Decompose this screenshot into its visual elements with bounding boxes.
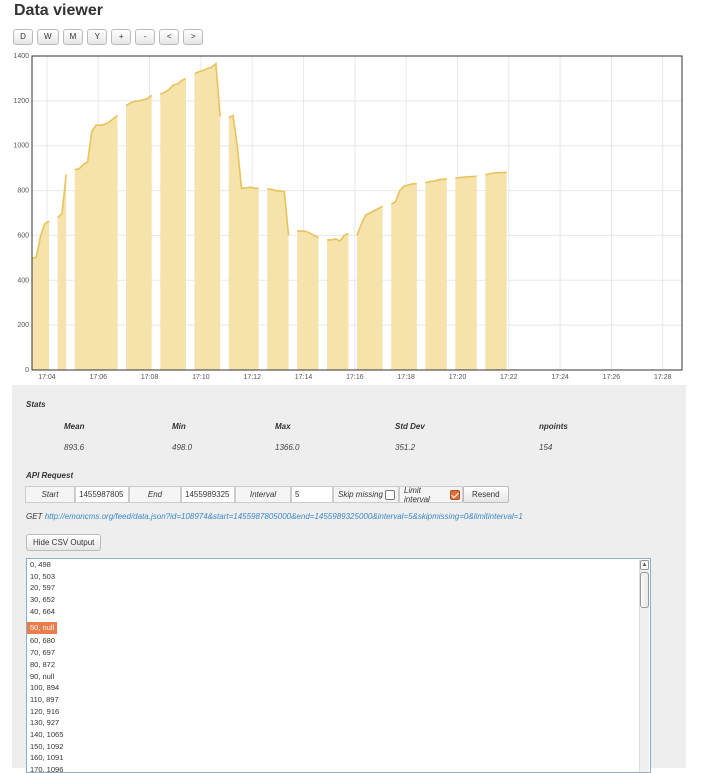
limit-interval-cell: Limit interval	[399, 485, 463, 504]
get-prefix: GET	[26, 512, 43, 521]
stats-value-npoints: 154	[539, 443, 553, 452]
csv-line: 30, 652	[30, 595, 56, 605]
stats-header-max: Max	[275, 422, 291, 431]
x-tick-label: 17:06	[90, 374, 108, 381]
x-tick-label: 17:10	[192, 374, 210, 381]
csv-scrollbar[interactable]: ▲	[639, 560, 649, 772]
pan-right-button[interactable]: >	[183, 29, 204, 45]
get-request-line: GET http://emoncms.org/feed/data.json?id…	[26, 512, 523, 521]
x-tick-label: 17:14	[295, 374, 313, 381]
page-title: Data viewer	[14, 2, 103, 19]
stats-title: Stats	[26, 400, 46, 409]
csv-line: 90, null	[30, 671, 55, 681]
stats-value-min: 498.0	[172, 443, 193, 452]
api-request-row: Start End Interval Skip missing Limit in…	[25, 485, 509, 504]
area-segment	[126, 95, 152, 370]
csv-line: 150, 1092	[30, 741, 64, 751]
chart-svg[interactable]: 0 200 400 600 800 1000 1200 1400 17:04 17:06 17:08…	[0, 48, 703, 385]
y-tick-label: 200	[17, 322, 29, 329]
year-button[interactable]: Y	[87, 29, 108, 45]
x-tick-label: 17:08	[141, 374, 159, 381]
area-segment	[357, 206, 383, 370]
area-segment	[455, 175, 477, 370]
y-tick-label: 0	[25, 367, 29, 374]
skip-missing-checkbox[interactable]	[384, 489, 395, 500]
area-segment	[391, 183, 417, 370]
x-tick-label: 17:22	[500, 374, 518, 381]
x-tick-label: 17:04	[38, 374, 56, 381]
csv-line: 160, 1091	[30, 753, 64, 763]
area-segment	[267, 188, 289, 370]
skip-missing-cell: Skip missing	[333, 486, 399, 503]
day-button[interactable]: D	[13, 29, 33, 45]
area-segment	[485, 172, 507, 370]
stats-value-mean: 893.6	[64, 443, 85, 452]
stats-header-mean: Mean	[64, 422, 85, 431]
x-tick-label: 17:12	[243, 374, 261, 381]
zoom-out-button[interactable]: -	[135, 29, 156, 45]
end-label: End	[129, 486, 181, 503]
y-tick-label: 1000	[13, 143, 29, 150]
csv-line: 80, 872	[30, 659, 56, 669]
x-tick-label: 17:26	[603, 374, 621, 381]
x-tick-label: 17:24	[551, 374, 569, 381]
csv-line: 20, 597	[30, 583, 56, 593]
details-panel: Stats Mean Min Max Std Dev npoints 893.6…	[12, 385, 686, 773]
csv-line: 10, 503	[30, 571, 56, 581]
area-segment	[160, 78, 186, 370]
csv-line: 60, 680	[30, 636, 56, 646]
area-segment	[194, 63, 221, 371]
csv-line: 40, 664	[30, 606, 56, 616]
area-segment	[297, 230, 319, 370]
x-tick-label: 17:18	[397, 374, 415, 381]
month-button[interactable]: M	[62, 29, 84, 45]
start-label: Start	[25, 486, 75, 503]
csv-line: 120, 916	[30, 706, 60, 716]
x-tick-label: 17:16	[346, 374, 364, 381]
csv-output-textarea[interactable]: 0, 498 10, 503 20, 597 30, 652 40, 664 50, nu…	[26, 558, 651, 773]
csv-line: 70, 697	[30, 648, 56, 658]
csv-line: 100, 894	[30, 683, 60, 693]
interval-label: Interval	[235, 486, 291, 503]
timeframe-toolbar: D W M Y + - < >	[13, 29, 204, 45]
stats-value-max: 1366.0	[275, 443, 300, 452]
pan-left-button[interactable]: <	[159, 29, 180, 45]
start-input[interactable]	[75, 486, 129, 503]
csv-line: 130, 927	[30, 718, 60, 728]
interval-input[interactable]	[291, 486, 333, 503]
x-tick-label: 17:20	[449, 374, 467, 381]
csv-line: 0, 498	[30, 560, 51, 569]
scroll-up-arrow-icon[interactable]: ▲	[640, 560, 649, 570]
week-button[interactable]: W	[37, 29, 59, 45]
csv-lines: 0, 498 10, 503 20, 597 30, 652 40, 664 50, nu…	[27, 559, 650, 773]
scrollbar-thumb[interactable]	[640, 572, 649, 608]
stats-header-std-dev: Std Dev	[395, 422, 425, 431]
stats-header-min: Min	[172, 422, 186, 431]
y-tick-label: 800	[17, 188, 29, 195]
end-input[interactable]	[181, 486, 235, 503]
y-tick-label: 1200	[13, 98, 29, 105]
stats-header-npoints: npoints	[539, 422, 568, 431]
hide-csv-button[interactable]: Hide CSV Output	[26, 534, 102, 551]
get-url-link[interactable]: http://emoncms.org/feed/data.json?id=108…	[45, 512, 523, 521]
y-tick-label: 400	[17, 277, 29, 284]
csv-line: 140, 1065	[30, 729, 64, 739]
skip-missing-label: Skip missing	[338, 490, 383, 499]
data-chart[interactable]: 0 200 400 600 800 1000 1200 1400 17:04 17:06 17:08…	[0, 48, 703, 385]
y-tick-label: 600	[17, 232, 29, 239]
limit-interval-label: Limit interval	[404, 485, 430, 504]
x-tick-label: 17:28	[654, 374, 672, 381]
stats-value-std-dev: 351.2	[395, 443, 416, 452]
csv-line: 110, 897	[30, 694, 59, 704]
api-request-title: API Request	[26, 471, 74, 480]
area-segment	[327, 233, 349, 370]
resend-button[interactable]: Resend	[463, 486, 509, 503]
area-segment	[425, 178, 447, 370]
csv-line: 50, null	[27, 622, 58, 635]
limit-interval-checkbox[interactable]	[450, 489, 460, 500]
zoom-in-button[interactable]: +	[111, 29, 132, 45]
csv-line: 170, 1096	[30, 765, 64, 773]
y-tick-label: 1400	[13, 53, 29, 60]
